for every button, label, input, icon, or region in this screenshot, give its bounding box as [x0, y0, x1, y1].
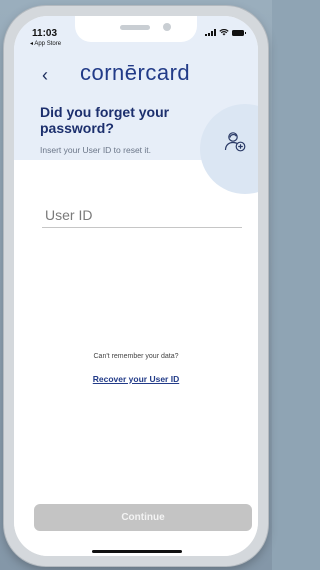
status-time: 11:03 [32, 28, 58, 39]
page-title: Did you forget your password? [40, 104, 170, 136]
battery-icon [232, 29, 246, 36]
app-screen: 11:03 ◂ App Store ‹ cornērcard Did you f… [14, 16, 258, 556]
device-notch [75, 16, 197, 42]
chevron-left-icon: ‹ [42, 65, 48, 85]
user-id-field[interactable] [42, 202, 242, 228]
back-button[interactable]: ‹ [42, 66, 48, 84]
front-camera [163, 23, 171, 31]
signal-icon [205, 29, 216, 36]
wifi-icon [219, 29, 229, 36]
continue-button[interactable]: Continue [34, 504, 252, 531]
home-indicator [92, 550, 182, 553]
phone-frame: 11:03 ◂ App Store ‹ cornērcard Did you f… [4, 6, 268, 566]
speaker [120, 25, 150, 30]
forgot-data-hint: Can't remember your data? [93, 353, 179, 360]
user-plus-icon [224, 132, 246, 152]
status-icons [205, 29, 246, 36]
recover-user-id-link[interactable]: Recover your User ID [14, 374, 258, 384]
brand-logo: cornērcard [80, 60, 191, 85]
page-subtitle: Insert your User ID to reset it. [40, 145, 152, 155]
back-to-app-store[interactable]: ◂ App Store [30, 40, 61, 47]
